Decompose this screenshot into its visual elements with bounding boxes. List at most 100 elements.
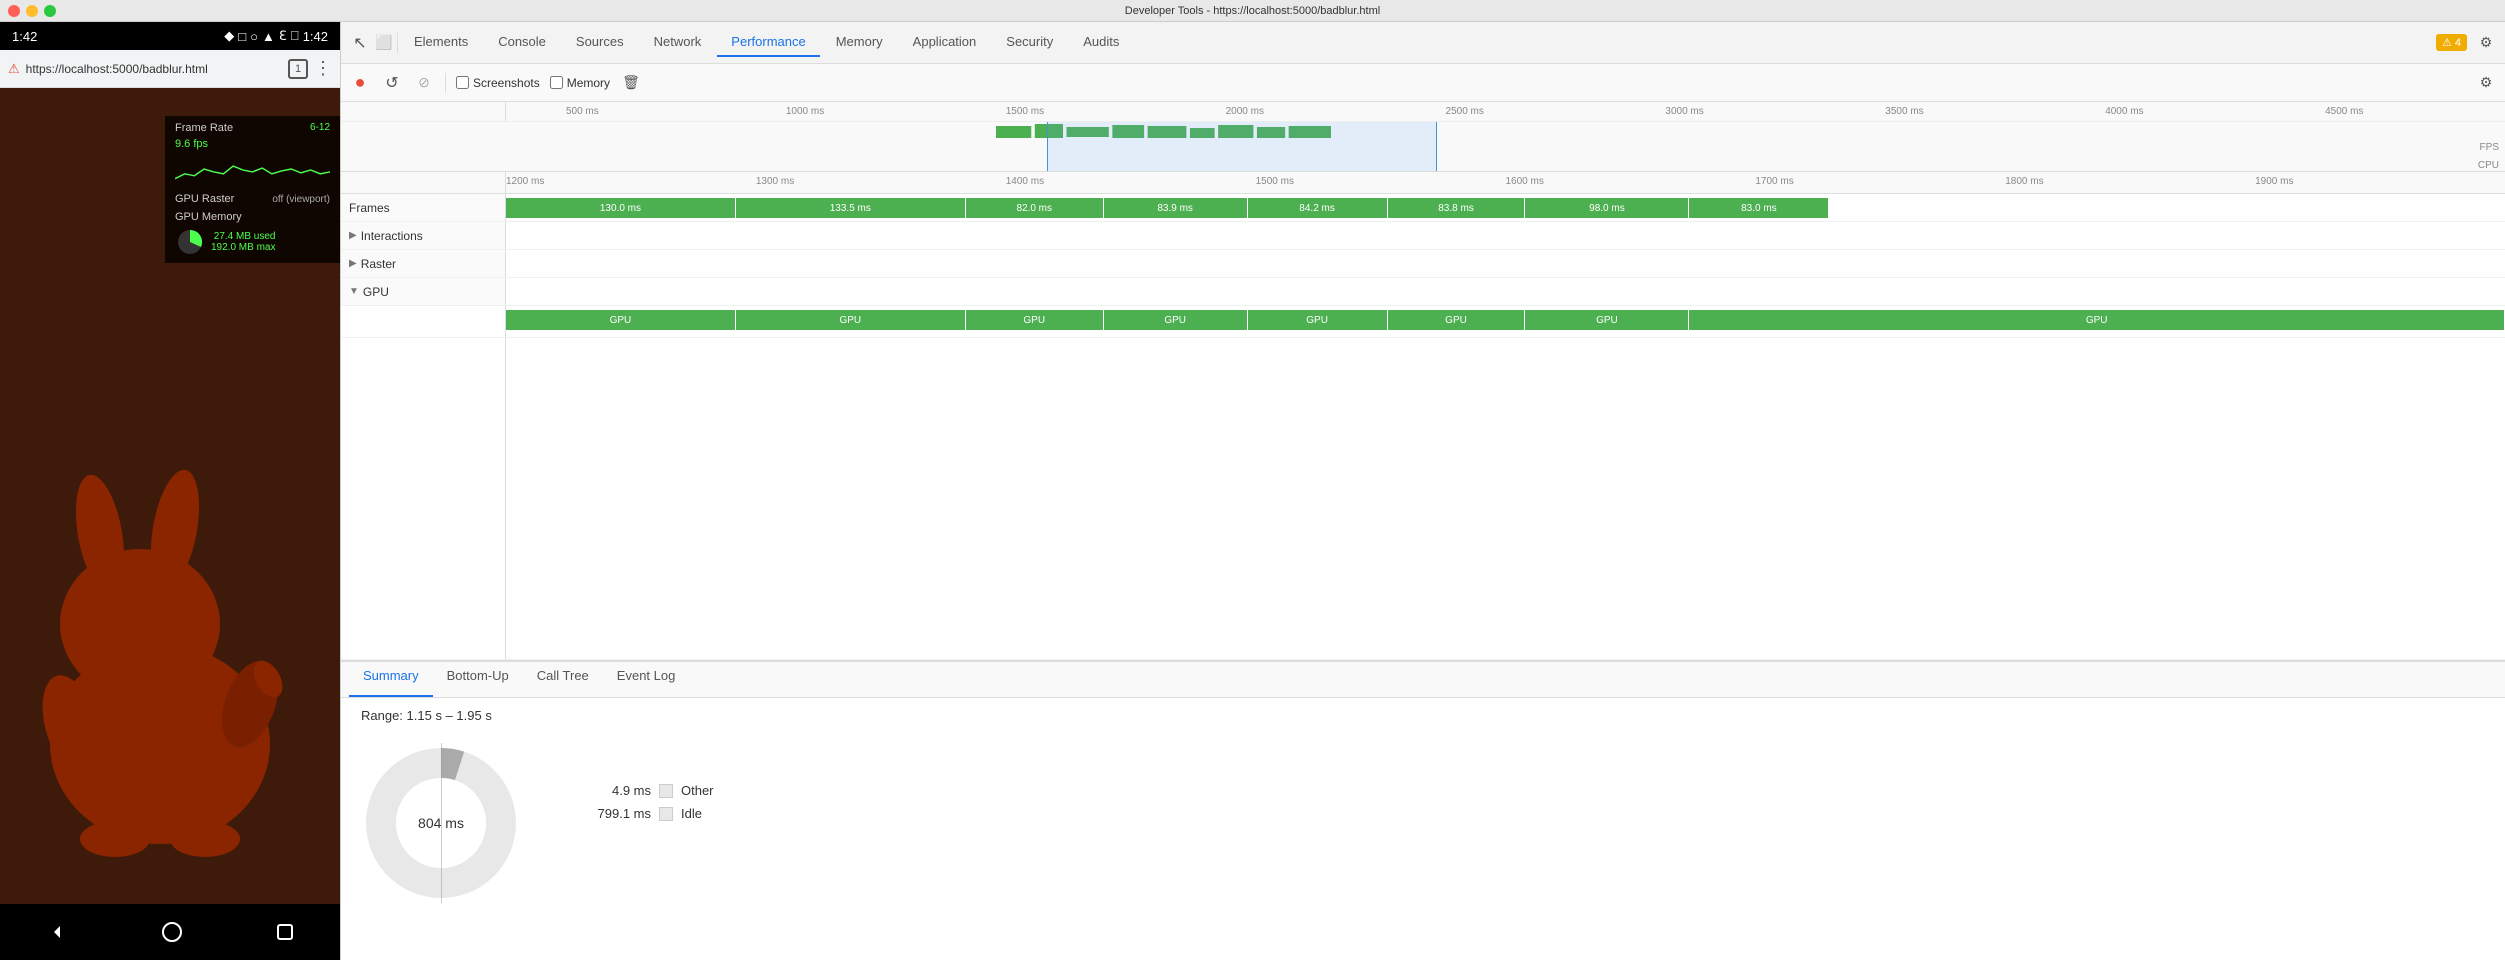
dtick-1200: 1200 ms xyxy=(506,176,544,187)
record-button[interactable]: ● xyxy=(349,72,371,94)
home-button[interactable] xyxy=(160,920,184,944)
gpu-block-0: GPU xyxy=(506,310,736,330)
interactions-row: ▶ Interactions xyxy=(341,222,2505,250)
frame-block-7: 83.0 ms xyxy=(1689,198,1829,218)
window-title: Developer Tools - https://localhost:5000… xyxy=(1125,5,1380,17)
tab-event-log[interactable]: Event Log xyxy=(603,662,690,697)
gpu-raster-status: off (viewport) xyxy=(272,194,330,205)
devtools-panel: ↖ ⬜ Elements Console Sources Network Per… xyxy=(340,22,2505,960)
divider-2 xyxy=(445,73,446,93)
interactions-expand-arrow[interactable]: ▶ xyxy=(349,230,357,241)
tab-elements[interactable]: Elements xyxy=(400,28,482,57)
address-bar[interactable]: https://localhost:5000/badblur.html xyxy=(26,62,282,76)
android-status-bar: 1:42 ◆ □ ○ ▲ ℇ ⎕ 1:42 xyxy=(0,22,340,50)
dtick-1500: 1500 ms xyxy=(1256,176,1294,187)
reload-record-button[interactable]: ↺ xyxy=(381,72,403,94)
dtick-1400: 1400 ms xyxy=(1006,176,1044,187)
raster-text: Raster xyxy=(361,257,396,271)
tab-performance[interactable]: Performance xyxy=(717,28,819,57)
raster-label[interactable]: ▶ Raster xyxy=(341,250,506,277)
timeline-overview[interactable]: 500 ms 1000 ms 1500 ms 2000 ms 2500 ms 3… xyxy=(341,102,2505,172)
bluetooth-icon: ◆ xyxy=(224,28,234,44)
gpu-label[interactable]: ▼ GPU xyxy=(341,278,506,305)
tab-security[interactable]: Security xyxy=(992,28,1067,57)
frames-label: Frames xyxy=(341,194,506,221)
close-button[interactable] xyxy=(8,5,20,17)
memory-checkbox[interactable] xyxy=(550,76,563,89)
gpu-block-7: GPU xyxy=(1689,310,2505,330)
warning-icon: ⚠ xyxy=(2442,36,2452,49)
empty-content xyxy=(506,338,2505,659)
summary-content: 804 ms 4.9 ms Other 799.1 ms Idle xyxy=(341,727,2505,919)
topbar-right: ⚠ 4 ⚙ xyxy=(2436,32,2497,54)
tab-call-tree[interactable]: Call Tree xyxy=(523,662,603,697)
tab-console[interactable]: Console xyxy=(484,28,560,57)
chrome-menu-icon[interactable]: ⋮ xyxy=(314,58,332,79)
capture-settings-button[interactable]: ⚙ xyxy=(2475,72,2497,94)
gpu-memory-label: GPU Memory xyxy=(175,211,242,223)
tab-summary[interactable]: Summary xyxy=(349,662,433,697)
raster-content xyxy=(506,250,2505,277)
raster-row: ▶ Raster xyxy=(341,250,2505,278)
ruler-left-spacer xyxy=(341,172,506,193)
gpu-header-row: ▼ GPU xyxy=(341,278,2505,306)
tab-audits[interactable]: Audits xyxy=(1069,28,1133,57)
back-button[interactable] xyxy=(45,920,69,944)
bottom-panel: Summary Bottom-Up Call Tree Event Log Ra… xyxy=(341,660,2505,960)
gpu-text: GPU xyxy=(363,285,389,299)
interactions-label[interactable]: ▶ Interactions xyxy=(341,222,506,249)
clear-button[interactable]: 🗑 xyxy=(620,72,642,94)
status-icons: ◆ □ ○ ▲ ℇ ⎕ 1:42 xyxy=(224,28,328,44)
minimize-button[interactable] xyxy=(26,5,38,17)
other-label: Other xyxy=(681,783,714,798)
dtick-1600: 1600 ms xyxy=(1506,176,1544,187)
tab-sources[interactable]: Sources xyxy=(562,28,638,57)
gpu-content xyxy=(506,278,2505,305)
gpu-block-5: GPU xyxy=(1388,310,1526,330)
donut-chart: 804 ms xyxy=(361,743,521,903)
warning-badge[interactable]: ⚠ 4 xyxy=(2436,34,2467,51)
warning-icon: ⚠ xyxy=(8,61,20,77)
recents-button[interactable] xyxy=(275,922,295,942)
tab-memory[interactable]: Memory xyxy=(822,28,897,57)
legend-idle: 799.1 ms Idle xyxy=(581,806,714,821)
frame-block-6: 98.0 ms xyxy=(1525,198,1689,218)
maximize-button[interactable] xyxy=(44,5,56,17)
fps-label: FPS xyxy=(2480,142,2499,153)
screenshots-checkbox-group[interactable]: Screenshots xyxy=(456,76,540,90)
gpu-expand-arrow[interactable]: ▼ xyxy=(349,286,359,297)
raster-expand-arrow[interactable]: ▶ xyxy=(349,258,357,269)
gpu-blocks-row: GPU GPU GPU GPU GPU GPU GPU GPU xyxy=(341,306,2505,338)
dtick-1300: 1300 ms xyxy=(756,176,794,187)
settings-button[interactable]: ⚙ xyxy=(2475,32,2497,54)
frame-block-3: 83.9 ms xyxy=(1104,198,1248,218)
android-nav-bar xyxy=(0,904,340,960)
tick-4500ms: 4500 ms xyxy=(2325,106,2363,117)
tab-bottom-up[interactable]: Bottom-Up xyxy=(433,662,523,697)
timeline-detail: 1200 ms 1300 ms 1400 ms 1500 ms 1600 ms … xyxy=(341,172,2505,660)
frames-row: Frames 130.0 ms 133.5 ms 82.0 ms 83.9 ms… xyxy=(341,194,2505,222)
tick-1500ms: 1500 ms xyxy=(1006,106,1044,117)
battery-icon: ⎕ xyxy=(291,28,299,44)
range-label: Range: 1.15 s – 1.95 s xyxy=(341,698,2505,727)
android-icon: □ xyxy=(238,29,246,44)
stop-button[interactable]: ⊘ xyxy=(413,72,435,94)
detail-ruler: 1200 ms 1300 ms 1400 ms 1500 ms 1600 ms … xyxy=(341,172,2505,194)
cursor-button[interactable]: ↖ xyxy=(349,32,371,54)
tab-counter[interactable]: 1 xyxy=(288,59,308,79)
empty-row xyxy=(341,338,2505,660)
device-toggle-button[interactable]: ⬜ xyxy=(373,32,395,54)
fps-range: 6-12 xyxy=(310,122,330,133)
tab-network[interactable]: Network xyxy=(640,28,716,57)
tick-2000ms: 2000 ms xyxy=(1226,106,1264,117)
fps-value: 9.6 fps xyxy=(175,138,208,150)
screenshots-checkbox[interactable] xyxy=(456,76,469,89)
memory-checkbox-group[interactable]: Memory xyxy=(550,76,610,90)
gpu-block-2: GPU xyxy=(966,310,1104,330)
idle-color-box xyxy=(659,807,673,821)
nfc-icon: ○ xyxy=(250,29,258,44)
donut-center-label: 804 ms xyxy=(418,815,464,831)
dtick-1800: 1800 ms xyxy=(2005,176,2043,187)
gpu-blocks-content: GPU GPU GPU GPU GPU GPU GPU GPU xyxy=(506,306,2505,337)
tab-application[interactable]: Application xyxy=(899,28,991,57)
